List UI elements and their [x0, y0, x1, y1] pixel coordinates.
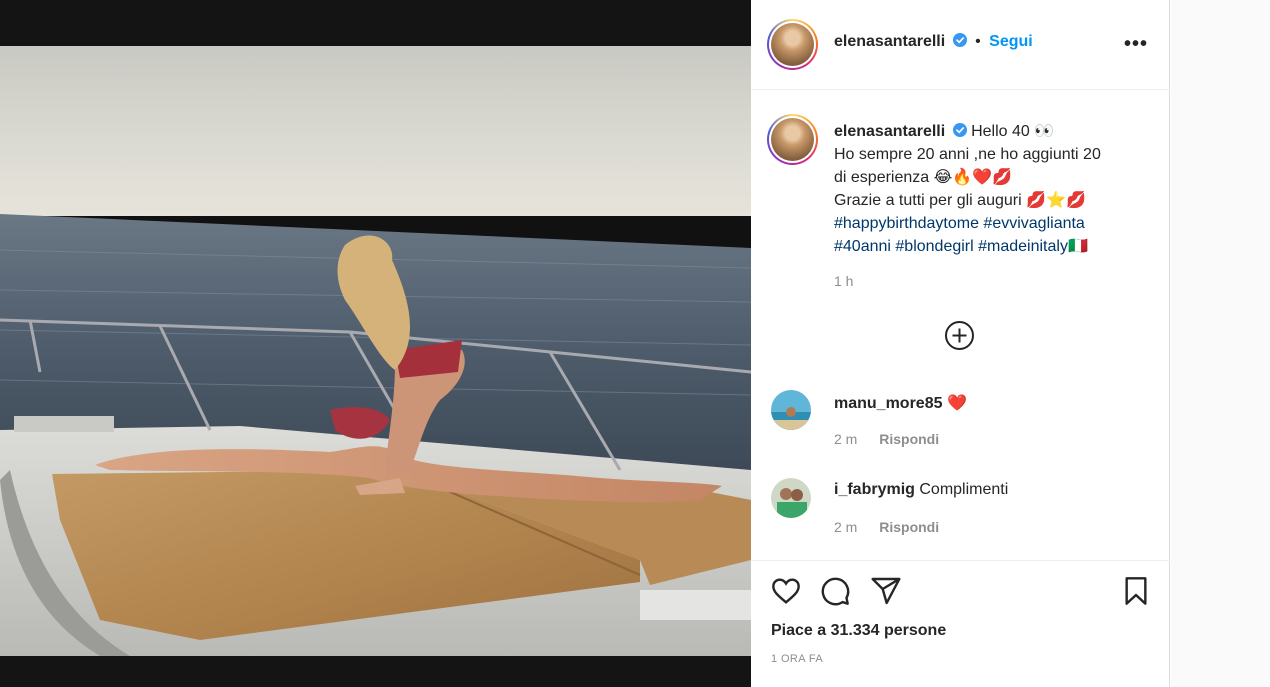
- caption-line-4: Grazie a tutti per gli auguri 💋⭐💋: [834, 192, 1086, 209]
- follow-button[interactable]: Segui: [989, 33, 1033, 50]
- post-date: 1 ORA FA: [771, 653, 824, 665]
- verified-badge-icon: [952, 123, 967, 137]
- comment-icon[interactable]: [819, 575, 851, 607]
- caption-avatar[interactable]: [767, 114, 818, 165]
- comment-body: i_fabrymig Complimenti: [834, 481, 1008, 499]
- post-sidebar: elenasantarelli • Segui ••• elenasantare…: [751, 0, 1170, 687]
- comment-meta: 2 m Rispondi: [834, 519, 957, 535]
- caption-username[interactable]: elenasantarelli: [834, 123, 945, 140]
- commenter-avatar[interactable]: [771, 478, 811, 518]
- comment-time: 2 m: [834, 431, 858, 447]
- likes-count[interactable]: Piace a 31.334 persone: [771, 622, 946, 640]
- caption-line-1: Hello 40 👀: [971, 123, 1055, 140]
- author-username[interactable]: elenasantarelli: [834, 33, 945, 50]
- commenter-avatar[interactable]: [771, 390, 811, 430]
- caption-hashtags-2[interactable]: #40anni #blondegirl #madeinitaly🇮🇹: [834, 235, 1154, 258]
- post-actions: Piace a 31.334 persone 1 ORA FA: [751, 560, 1170, 687]
- comment-text: Complimenti: [919, 481, 1009, 498]
- author-line: elenasantarelli • Segui: [834, 33, 1033, 51]
- reply-button[interactable]: Rispondi: [879, 431, 939, 447]
- caption-line-3: di esperienza 😂🔥❤️💋: [834, 169, 1013, 186]
- caption-timestamp: 1 h: [834, 273, 854, 289]
- plus-circle-icon[interactable]: [944, 320, 975, 351]
- comment-text: ❤️: [946, 395, 967, 412]
- separator-dot: •: [975, 33, 981, 50]
- comment-meta: 2 m Rispondi: [834, 431, 957, 447]
- comment-body: manu_more85 ❤️: [834, 393, 967, 413]
- post-caption: elenasantarelli Hello 40 👀 Ho sempre 20 …: [834, 120, 1154, 258]
- author-avatar[interactable]: [767, 19, 818, 70]
- page-background: [1171, 0, 1270, 687]
- comment-username[interactable]: i_fabrymig: [834, 481, 915, 498]
- comment-time: 2 m: [834, 519, 858, 535]
- comment-username[interactable]: manu_more85: [834, 395, 943, 412]
- bookmark-icon[interactable]: [1120, 575, 1152, 607]
- share-icon[interactable]: [870, 575, 902, 607]
- photo-yacht-split: [0, 0, 751, 687]
- instagram-post-view: elenasantarelli • Segui ••• elenasantare…: [0, 0, 1270, 687]
- reply-button[interactable]: Rispondi: [879, 519, 939, 535]
- heart-icon[interactable]: [770, 575, 802, 607]
- caption-hashtags-1[interactable]: #happybirthdaytome #evvivaglianta: [834, 212, 1154, 235]
- verified-badge-icon: [952, 33, 967, 47]
- caption-line-2: Ho sempre 20 anni ,ne ho aggiunti 20: [834, 146, 1101, 163]
- post-photo[interactable]: [0, 0, 751, 687]
- post-header: elenasantarelli • Segui •••: [751, 0, 1170, 90]
- more-options-icon[interactable]: •••: [1124, 34, 1148, 54]
